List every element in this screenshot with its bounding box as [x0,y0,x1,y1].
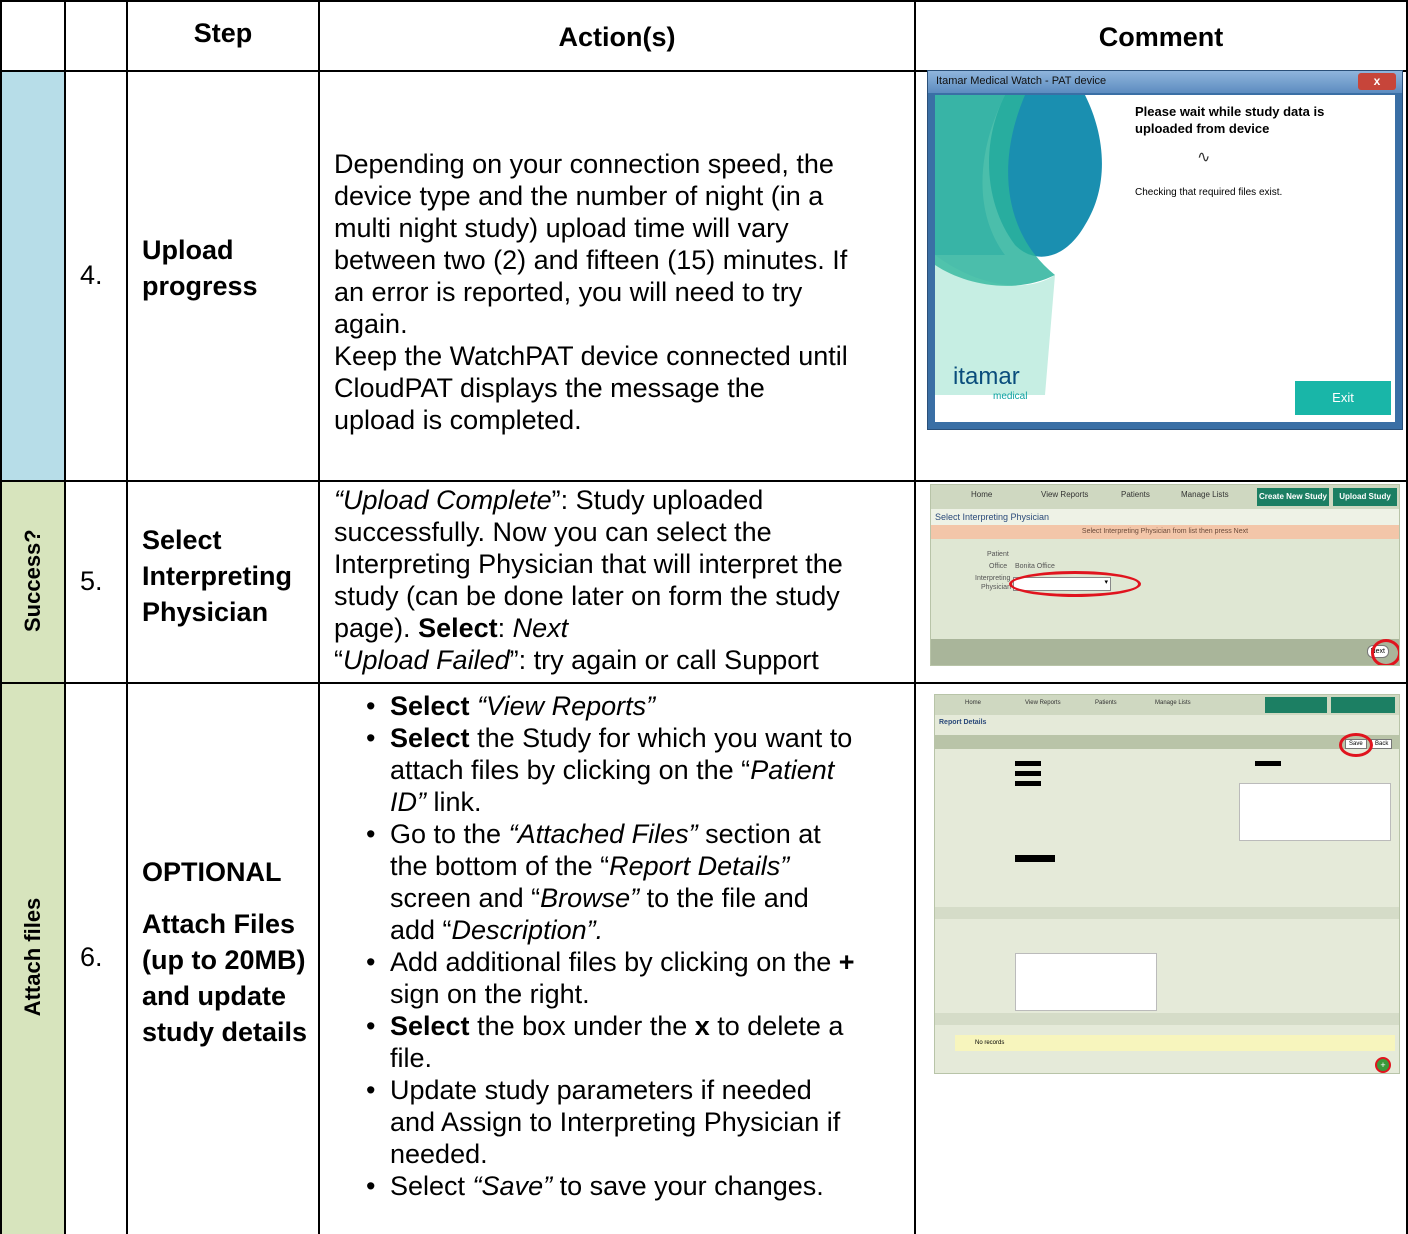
instruction-bar: Select Interpreting Physician from list … [931,525,1399,539]
brand-shape-graphic [935,95,1102,395]
bullet-update-study: Update study parameters if needed and As… [362,1074,912,1170]
tab-patients[interactable]: Patients [1095,700,1117,706]
back-button[interactable]: Back [1371,739,1393,749]
actions-select-physician: “Upload Complete”: Study uploaded succes… [334,485,843,675]
bullet-save: Select “Save” to save your changes. [362,1170,912,1202]
report-details-screenshot: Home View Reports Patients Manage Lists … [934,694,1400,1074]
create-study-button[interactable] [1265,697,1327,713]
step-number-5: 5. [80,566,103,596]
header-step: Step [193,18,253,48]
bullet-attached-files: Go to the “Attached Files” section at th… [362,818,912,946]
itamar-logo-sub: medical [993,391,1028,402]
upload-wait-message: Please wait while study data is uploaded… [1135,104,1325,136]
add-file-icon[interactable]: + [1375,1057,1391,1073]
close-icon[interactable]: x [1358,73,1396,90]
bullet-delete-file: Select the box under the x to delete a f… [362,1010,912,1074]
tab-patients[interactable]: Patients [1121,490,1150,499]
action-bar [935,735,1399,749]
office-label: Office [989,563,1008,570]
interpreting-label: Interpreting [975,575,1011,582]
actions-upload-progress: Depending on your connection speed, the … [334,149,848,435]
tab-view-reports[interactable]: View Reports [1025,700,1061,706]
upload-study-button[interactable]: Upload Study [1333,488,1397,506]
itamar-logo: itamar [953,363,1020,390]
upload-study-button[interactable] [1331,697,1395,713]
nav-bar: Home View Reports Patients Manage Lists [935,695,1399,715]
step-name-attach-files: OPTIONAL Attach Files (up to 20MB) and u… [142,857,308,1047]
nav-bar: Home View Reports Patients Manage Lists … [931,485,1399,509]
actions-attach-files: Select “View Reports” Select the Study f… [362,690,912,1202]
patient-label: Patient [987,551,1009,558]
redacted-office [1255,761,1281,766]
tab-manage-lists[interactable]: Manage Lists [1155,700,1191,706]
phase-cell-upload [2,72,64,480]
header-actions: Action(s) [558,22,676,52]
no-records-panel: No records [955,1035,1395,1051]
bullet-view-reports: Select “View Reports” [362,690,912,722]
step-number-4: 4. [80,260,103,290]
tab-manage-lists[interactable]: Manage Lists [1181,490,1229,499]
dialog-title: Itamar Medical Watch - PAT device [936,75,1107,87]
files-bar [935,1013,1399,1025]
upload-status-text: Checking that required files exist. [1135,187,1283,198]
phase-label-success: Success? [20,529,45,632]
select-physician-screenshot: Home View Reports Patients Manage Lists … [930,484,1400,666]
office-value: Bonita Office [1015,563,1055,570]
header-comment: Comment [1098,22,1224,52]
tab-home[interactable]: Home [965,700,981,706]
highlight-physician-select [1009,571,1141,597]
step-name-select-physician: Select Interpreting Physician [142,525,293,627]
tab-view-reports[interactable]: View Reports [1041,490,1088,499]
exit-button[interactable]: Exit [1295,381,1391,415]
dialog-body: Please wait while study data is uploaded… [935,95,1395,422]
upload-dialog-screenshot: Itamar Medical Watch - PAT device x Plea… [927,70,1403,430]
page-heading: Select Interpreting Physician [931,509,1399,525]
step-number-6: 6. [80,942,103,972]
create-study-button[interactable]: Create New Study [1257,488,1329,506]
step-name-upload-progress: Upload progress [142,235,258,301]
dialog-titlebar: Itamar Medical Watch - PAT device x [928,71,1402,93]
assigned-select[interactable] [1015,855,1055,862]
highlight-next-button [1371,639,1399,665]
highlight-save-button [1339,733,1373,757]
redacted-referring [1015,771,1041,776]
phase-label-attach: Attach files [20,897,45,1017]
physician-label: Physician [981,584,1011,591]
error-warnings-box[interactable] [1015,953,1157,1011]
footer-bar: Next [931,639,1399,665]
comments-box[interactable] [1239,783,1391,841]
tab-home[interactable]: Home [971,490,992,499]
section-bar [935,907,1399,919]
report-heading: Report Details [939,719,987,726]
activity-wave-icon: ∿ [1197,149,1211,166]
redacted-id [1015,781,1041,786]
bullet-add-files: Add additional files by clicking on the … [362,946,912,1010]
bullet-select-study: Select the Study for which you want to a… [362,722,912,818]
redacted-patient [1015,761,1041,766]
